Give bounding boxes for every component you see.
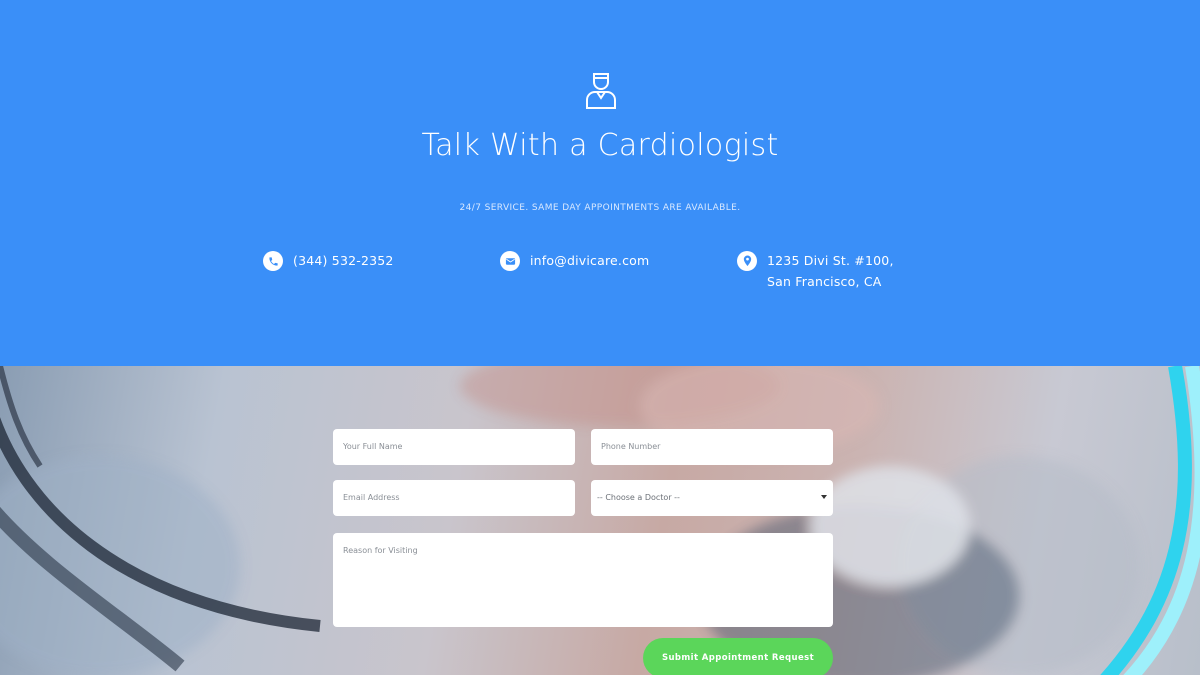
appointment-section: Your Full Name Phone Number Email Addres…: [0, 366, 1200, 675]
background-photo: [0, 366, 1200, 675]
contact-email[interactable]: info@divicare.com: [500, 251, 649, 271]
phone-icon: [263, 251, 283, 271]
contact-address: 1235 Divi St. #100, San Francisco, CA: [737, 251, 917, 292]
phone-number-input[interactable]: Phone Number: [591, 429, 833, 465]
contact-email-text: info@divicare.com: [530, 253, 650, 268]
page-title: Talk With a Cardiologist: [421, 128, 779, 163]
contact-phone-text: (344) 532-2352: [293, 253, 394, 268]
location-pin-icon: [737, 251, 757, 271]
contact-phone[interactable]: (344) 532-2352: [263, 251, 394, 271]
submit-appointment-button[interactable]: Submit Appointment Request: [643, 638, 833, 675]
doctor-select-value: -- Choose a Doctor --: [597, 493, 680, 502]
email-address-input[interactable]: Email Address: [333, 480, 575, 516]
reason-textarea[interactable]: Reason for Visiting: [333, 533, 833, 627]
email-icon: [500, 251, 520, 271]
chevron-down-icon: [821, 495, 827, 499]
doctor-icon: [586, 73, 616, 109]
contact-address-text: 1235 Divi St. #100, San Francisco, CA: [767, 253, 894, 289]
doctor-select[interactable]: -- Choose a Doctor --: [591, 480, 833, 516]
hero-subtitle: 24/7 SERVICE. SAME DAY APPOINTMENTS ARE …: [459, 203, 741, 213]
hero-section: Talk With a Cardiologist 24/7 SERVICE. S…: [0, 0, 1200, 366]
full-name-input[interactable]: Your Full Name: [333, 429, 575, 465]
